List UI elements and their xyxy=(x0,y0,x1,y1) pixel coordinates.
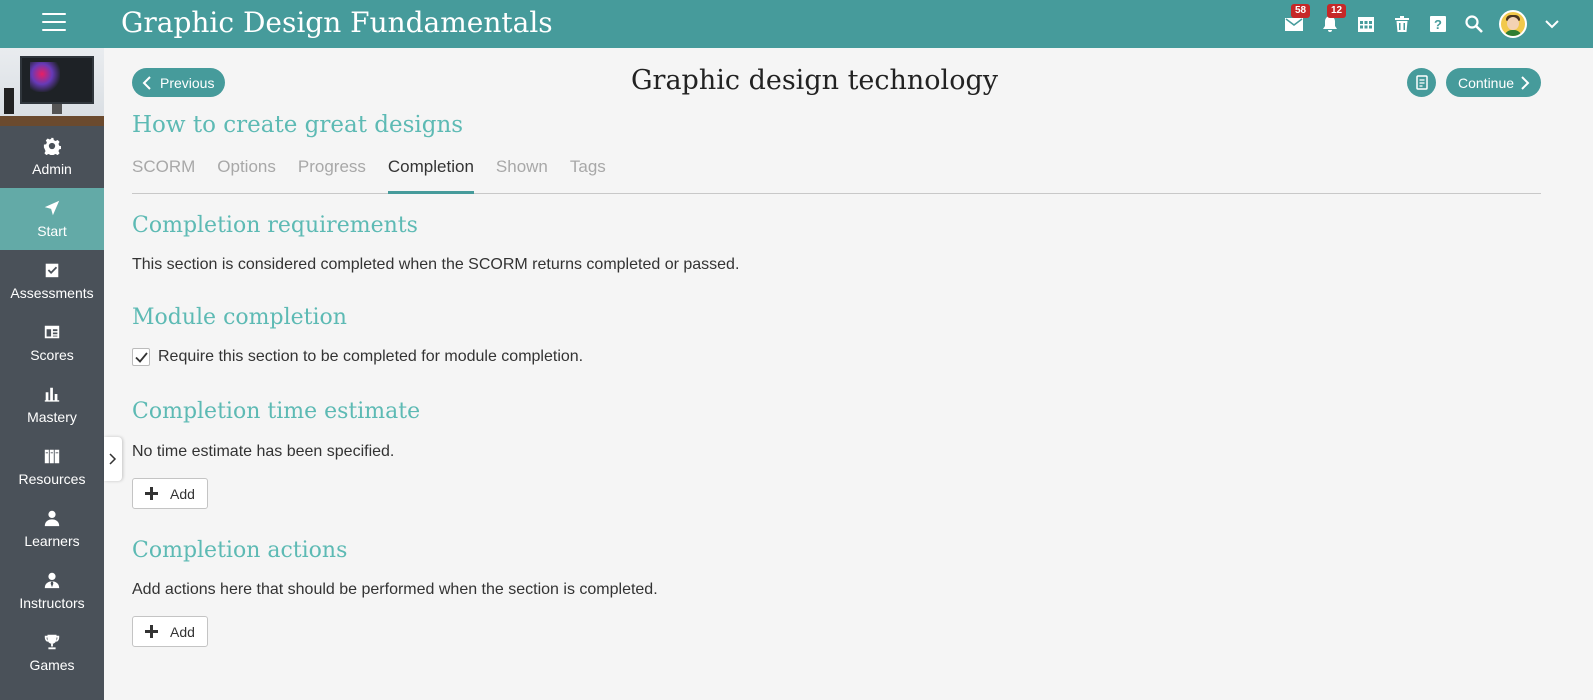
add-completion-action-button[interactable]: Add xyxy=(132,616,208,647)
tab-bar: SCORM Options Progress Completion Shown … xyxy=(132,156,1541,194)
sidebar-item-label: Start xyxy=(37,223,67,239)
gradebook-icon xyxy=(44,325,60,339)
sidebar-item-admin[interactable]: Admin xyxy=(0,126,104,188)
sidebar-item-label: Resources xyxy=(18,471,86,487)
chevron-down-icon[interactable] xyxy=(1541,13,1563,35)
module-completion-checkbox[interactable] xyxy=(132,348,150,366)
calendar-icon[interactable] xyxy=(1355,13,1377,35)
sidebar-item-instructors[interactable]: Instructors xyxy=(0,560,104,622)
sidebar-item-learners[interactable]: Learners xyxy=(0,498,104,560)
svg-text:?: ? xyxy=(1434,17,1442,32)
plus-icon xyxy=(145,487,158,500)
help-icon[interactable]: ? xyxy=(1427,13,1449,35)
messages-badge: 58 xyxy=(1291,4,1311,18)
books-icon xyxy=(44,449,60,464)
completion-time-heading: Completion time estimate xyxy=(132,399,421,424)
person-icon xyxy=(44,510,60,527)
sidebar-item-resources[interactable]: Resources xyxy=(0,436,104,498)
top-bar: Graphic Design Fundamentals 58 12 ? xyxy=(0,0,1593,48)
completion-requirements-heading: Completion requirements xyxy=(132,213,418,238)
tab-shown[interactable]: Shown xyxy=(496,156,548,194)
search-icon[interactable] xyxy=(1463,13,1485,35)
notes-button[interactable] xyxy=(1407,68,1436,97)
sidebar-item-games[interactable]: Games xyxy=(0,622,104,684)
notebook-icon xyxy=(1415,75,1428,90)
course-thumbnail[interactable] xyxy=(0,48,104,126)
completion-actions-text: Add actions here that should be performe… xyxy=(132,581,658,598)
sidebar-item-label: Games xyxy=(29,657,75,673)
sidebar-item-label: Admin xyxy=(32,161,72,177)
section-title: How to create great designs xyxy=(132,112,464,138)
chevron-right-icon xyxy=(109,453,117,465)
completion-actions-heading: Completion actions xyxy=(132,538,348,563)
module-completion-row: Require this section to be completed for… xyxy=(132,348,583,366)
continue-button[interactable]: Continue xyxy=(1446,68,1541,97)
sidebar: Admin Start Assessments Scores Mastery R… xyxy=(0,48,104,700)
sidebar-item-label: Scores xyxy=(30,347,74,363)
plus-icon xyxy=(145,625,158,638)
main-content: Previous Graphic design technology Conti… xyxy=(132,48,1541,700)
module-completion-heading: Module completion xyxy=(132,305,347,330)
checkmark-icon xyxy=(134,351,148,363)
add-label: Add xyxy=(170,623,195,640)
sidebar-item-label: Assessments xyxy=(10,285,94,301)
add-label: Add xyxy=(170,485,195,502)
sidebar-item-label: Learners xyxy=(24,533,80,549)
tab-scorm[interactable]: SCORM xyxy=(132,156,195,194)
sidebar-item-assessments[interactable]: Assessments xyxy=(0,250,104,312)
continue-label: Continue xyxy=(1458,74,1515,91)
sidebar-toggle-button[interactable] xyxy=(104,437,122,481)
tab-progress[interactable]: Progress xyxy=(298,156,366,194)
tab-options[interactable]: Options xyxy=(217,156,276,194)
sidebar-item-start[interactable]: Start xyxy=(0,188,104,250)
sidebar-item-label: Mastery xyxy=(27,409,77,425)
messages-icon[interactable]: 58 xyxy=(1283,4,1311,35)
trophy-icon xyxy=(44,634,60,650)
completion-requirements-text: This section is considered completed whe… xyxy=(132,256,740,273)
bar-chart-icon xyxy=(44,387,60,402)
navigation-arrow-icon xyxy=(44,200,60,216)
module-completion-label: Require this section to be completed for… xyxy=(158,348,584,365)
sidebar-item-label: Instructors xyxy=(19,595,85,611)
chevron-right-icon xyxy=(1521,75,1530,90)
gear-icon xyxy=(43,137,61,155)
notifications-badge: 12 xyxy=(1327,4,1347,18)
menu-icon[interactable] xyxy=(42,13,66,33)
completion-time-text: No time estimate has been specified. xyxy=(132,443,395,460)
sidebar-item-scores[interactable]: Scores xyxy=(0,312,104,374)
tab-completion[interactable]: Completion xyxy=(387,156,474,194)
app-title: Graphic Design Fundamentals xyxy=(121,6,553,39)
add-time-estimate-button[interactable]: Add xyxy=(132,478,208,509)
trash-icon[interactable] xyxy=(1391,13,1413,35)
instructor-icon xyxy=(44,572,60,589)
notifications-bell-icon[interactable]: 12 xyxy=(1319,4,1347,35)
header-icons: 58 12 ? xyxy=(1283,0,1563,48)
page-title: Graphic design technology xyxy=(630,65,998,96)
sidebar-item-mastery[interactable]: Mastery xyxy=(0,374,104,436)
checklist-icon xyxy=(45,263,59,278)
tab-tags[interactable]: Tags xyxy=(570,156,606,194)
user-avatar[interactable] xyxy=(1499,10,1527,38)
